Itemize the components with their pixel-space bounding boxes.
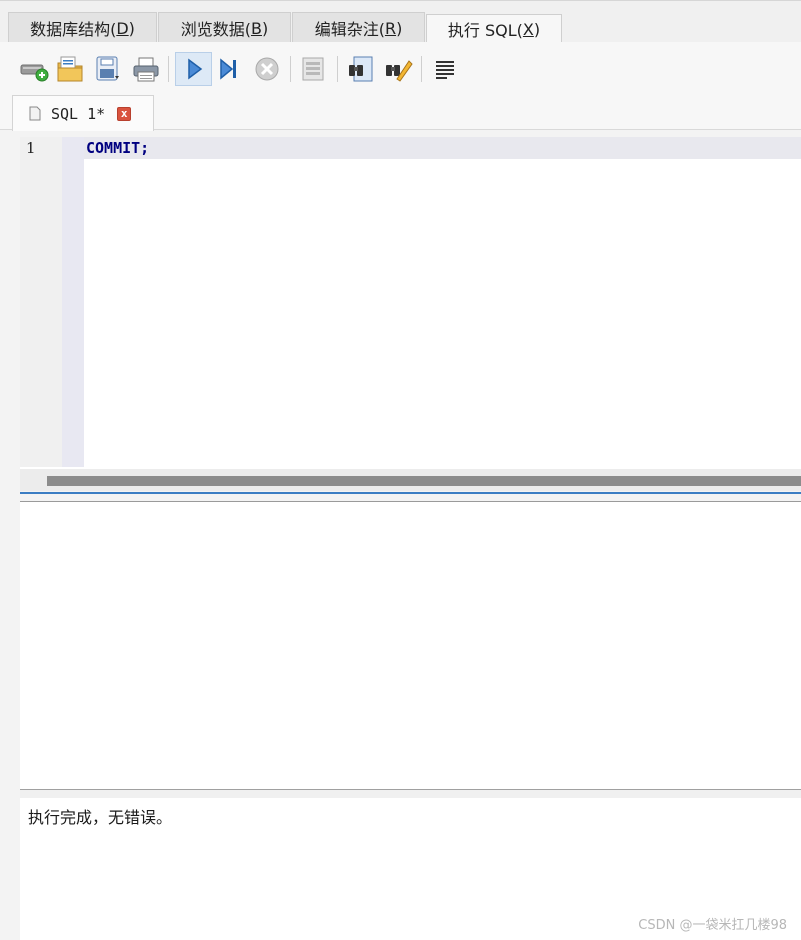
comment-icon — [436, 61, 454, 79]
stop-execution-button[interactable] — [250, 52, 284, 86]
find-icon — [349, 56, 373, 82]
save-results-icon — [302, 57, 324, 81]
execute-all-button[interactable] — [175, 52, 212, 86]
find-replace-button[interactable] — [381, 52, 415, 86]
tab-execute-sql[interactable]: 执行 SQL(X) — [426, 14, 562, 43]
main-tab-bar: 数据库结构(D) 浏览数据(B) 编辑杂注(R) 执行 SQL(X) — [0, 0, 801, 43]
sqlite-browser-window: 数据库结构(D) 浏览数据(B) 编辑杂注(R) 执行 SQL(X) S… — [0, 0, 801, 940]
execute-current-line-button[interactable] — [212, 52, 246, 86]
document-icon — [29, 106, 41, 121]
current-line-highlight — [84, 137, 801, 159]
find-replace-icon — [386, 60, 413, 82]
code-line[interactable]: COMMIT; — [86, 139, 149, 157]
toolbar-separator — [337, 56, 338, 82]
toolbar-separator — [421, 56, 422, 82]
sql-toolbar — [0, 42, 801, 94]
message-pane[interactable]: 执行完成，无错误。 CSDN @一袋米扛几楼98 — [20, 798, 801, 940]
save-results-button[interactable] — [297, 52, 331, 86]
execution-message: 执行完成，无错误。 — [28, 808, 173, 827]
execute-current-line-icon — [220, 58, 236, 80]
tab-browse-data[interactable]: 浏览数据(B) — [158, 12, 291, 43]
splitter-handle[interactable] — [20, 492, 801, 494]
sql-editor-tab-bar: SQL 1* x — [0, 94, 801, 131]
execute-all-icon — [187, 58, 202, 80]
toolbar-separator — [290, 56, 291, 82]
comment-button[interactable] — [428, 52, 462, 86]
results-grid[interactable] — [20, 502, 801, 789]
close-tab-icon[interactable]: x — [117, 106, 132, 121]
scrollbar-thumb[interactable] — [47, 476, 801, 486]
open-sql-file-button[interactable] — [53, 52, 87, 86]
tab-edit-pragmas[interactable]: 编辑杂注(R) — [292, 12, 425, 43]
sql-editor[interactable]: 1 COMMIT; — [20, 137, 801, 469]
sql-editor-tab[interactable]: SQL 1* x — [12, 95, 154, 131]
fold-margin — [62, 137, 84, 467]
tab-database-structure[interactable]: 数据库结构(D) — [8, 12, 157, 43]
splitter-handle-lower[interactable] — [20, 790, 801, 798]
line-number: 1 — [26, 139, 36, 157]
print-icon — [133, 57, 159, 82]
find-button[interactable] — [344, 52, 378, 86]
line-number-gutter — [20, 137, 62, 467]
toolbar-separator — [168, 56, 169, 82]
editor-horizontal-scrollbar[interactable] — [20, 469, 801, 491]
stop-execution-icon — [255, 57, 279, 81]
open-tab-button[interactable] — [17, 52, 51, 86]
save-sql-file-icon — [96, 56, 119, 81]
save-sql-file-button[interactable] — [91, 52, 125, 86]
open-sql-file-icon — [57, 56, 83, 82]
open-tab-icon — [20, 64, 49, 82]
watermark: CSDN @一袋米扛几楼98 — [638, 918, 787, 933]
print-button[interactable] — [129, 52, 163, 86]
